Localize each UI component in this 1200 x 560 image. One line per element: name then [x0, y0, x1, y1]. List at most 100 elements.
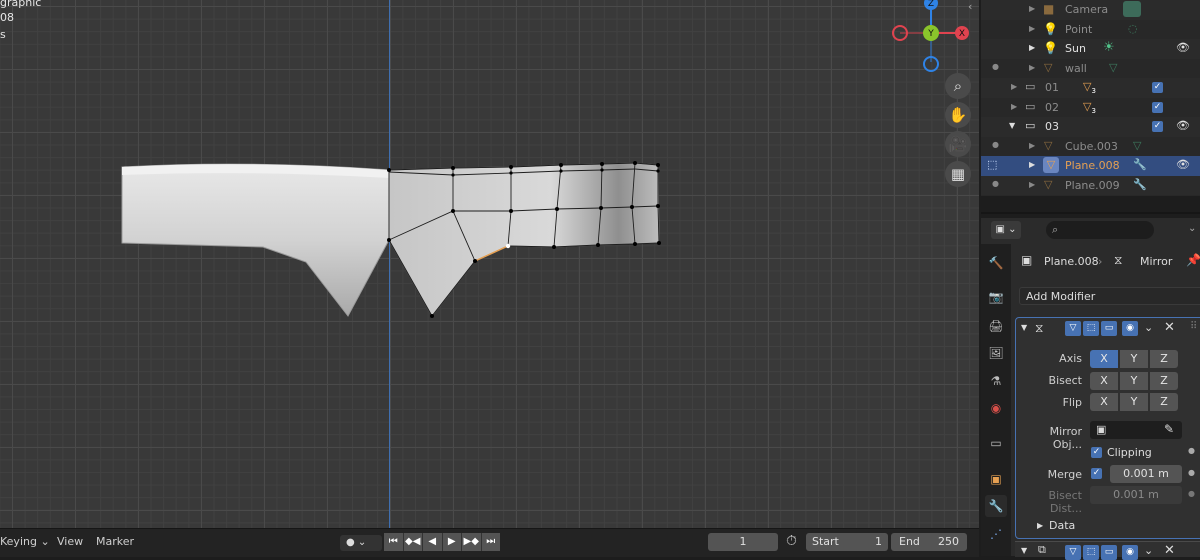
chevron-left-icon[interactable]: ‹ [968, 0, 972, 13]
view-menu[interactable]: View [57, 535, 83, 548]
edit-cage-icon[interactable]: ▽ [1065, 545, 1081, 560]
axis-y-toggle[interactable]: Y [1120, 350, 1148, 368]
3d-viewport[interactable]: graphic 08 s Z X Y ⌕ ✋ 🎥 ▦ ‹ [0, 0, 979, 528]
outliner-row-03[interactable]: ▼ ▭ 03 ✓ 👁 [981, 117, 1200, 137]
modifier-tab-icon[interactable]: 🔧 [985, 495, 1007, 517]
include-checkbox[interactable]: ✓ [1152, 101, 1163, 113]
outliner-row-02[interactable]: ▶ ▭ 02 ▽3 ✓ [981, 98, 1200, 118]
expand-arrow-icon[interactable]: ▶ [1029, 160, 1035, 169]
particles-tab-icon[interactable]: ⋰ [985, 523, 1007, 545]
merge-checkbox[interactable]: ✓ [1091, 468, 1102, 479]
play-reverse-icon[interactable]: ◀ [423, 533, 443, 551]
outliner-row-camera[interactable]: ▶ ■ Camera [981, 0, 1200, 20]
collapse-arrow-icon[interactable]: ▼ [1021, 546, 1027, 555]
mesh-object[interactable] [0, 0, 979, 528]
render-icon[interactable]: ◉ [1122, 545, 1138, 560]
expand-arrow-icon[interactable]: ▶ [1029, 180, 1035, 189]
world-tab-icon[interactable]: ◉ [985, 397, 1007, 419]
chevron-down-icon[interactable]: ⌄ [1188, 223, 1196, 234]
end-frame-field[interactable]: End 250 [891, 533, 967, 551]
play-icon[interactable]: ▶ [442, 533, 462, 551]
bisect-y-toggle[interactable]: Y [1120, 372, 1148, 390]
collapse-arrow-icon[interactable]: ▼ [1021, 323, 1027, 332]
eyedropper-icon[interactable]: ✎ [1164, 422, 1174, 436]
edit-mode-icon[interactable]: ⬚ [1083, 321, 1099, 336]
eye-icon[interactable]: 👁 [1176, 119, 1190, 132]
edit-mode-icon[interactable]: ⬚ [1083, 545, 1099, 560]
camera-icon[interactable]: 🎥 [945, 131, 971, 157]
include-checkbox[interactable]: ✓ [1152, 82, 1163, 93]
grid-icon[interactable]: ▦ [945, 161, 971, 187]
axis-z-toggle[interactable]: Z [1150, 350, 1178, 368]
edit-mode-icon[interactable]: ⬚ [987, 158, 997, 171]
eye-icon[interactable]: 👁 [1176, 41, 1190, 54]
edit-cage-icon[interactable]: ▽ [1065, 321, 1081, 336]
hand-pan-icon[interactable]: ✋ [945, 102, 971, 128]
expand-arrow-icon[interactable]: ▶ [1029, 43, 1035, 52]
stopwatch-icon[interactable]: ⏱ [786, 533, 797, 549]
mesh-object-icon: ▽3 [1083, 80, 1096, 96]
current-frame-field[interactable]: 1 [708, 533, 778, 551]
data-subpanel-header[interactable]: Data [1049, 519, 1075, 532]
keyframe-record-button[interactable]: ● ⌄ [340, 535, 382, 551]
properties-search-input[interactable]: ⌕ [1046, 221, 1154, 239]
outliner[interactable]: ▶ ■ Camera ▶ 💡 Point ◌ ▶ 💡 Sun ☀ 👁 ● ▶ ▽… [981, 0, 1200, 196]
render-tab-icon[interactable]: 📷 [985, 286, 1007, 308]
bisect-distance-field[interactable]: 0.001 m [1090, 486, 1182, 504]
jump-keyframe-back-icon[interactable]: ◆◀ [403, 533, 423, 551]
expand-arrow-icon[interactable]: ▶ [1029, 4, 1035, 13]
keyframe-dot-icon[interactable]: ● [1188, 468, 1195, 477]
viewport-display-icon[interactable]: ▭ [1101, 321, 1117, 336]
clipping-checkbox[interactable]: ✓ [1091, 447, 1102, 458]
keying-menu[interactable]: Keying ⌄ [0, 535, 50, 548]
drag-handle-icon[interactable]: ⠿ [1190, 321, 1197, 332]
chevron-down-icon[interactable]: ⌄ [1144, 544, 1153, 557]
collapse-arrow-icon[interactable]: ▼ [1009, 121, 1015, 130]
outliner-row-sun[interactable]: ▶ 💡 Sun ☀ 👁 [981, 39, 1200, 59]
outliner-row-plane008[interactable]: ⬚ ▶ ▽ Plane.008 🔧 👁 [981, 156, 1200, 176]
viewport-display-icon[interactable]: ▭ [1101, 545, 1117, 560]
chevron-down-icon[interactable]: ⌄ [1144, 321, 1153, 334]
bisect-z-toggle[interactable]: Z [1150, 372, 1178, 390]
collection-tab-icon[interactable]: ▭ [985, 432, 1007, 454]
axis-x-toggle[interactable]: X [1090, 350, 1118, 368]
expand-arrow-icon[interactable]: ▶ [1011, 82, 1017, 91]
expand-arrow-icon[interactable]: ▶ [1037, 521, 1043, 530]
outliner-row-01[interactable]: ▶ ▭ 01 ▽3 ✓ [981, 78, 1200, 98]
flip-y-toggle[interactable]: Y [1120, 393, 1148, 411]
jump-keyframe-forward-icon[interactable]: ▶◆ [462, 533, 482, 551]
include-checkbox[interactable]: ✓ [1152, 121, 1163, 132]
close-icon[interactable]: ✕ [1164, 320, 1175, 335]
marker-menu[interactable]: Marker [96, 535, 134, 548]
jump-end-icon[interactable]: ⏭ [481, 533, 500, 551]
outliner-row-point[interactable]: ▶ 💡 Point ◌ [981, 20, 1200, 40]
outliner-row-plane009[interactable]: ● ▶ ▽ Plane.009 🔧 [981, 175, 1200, 195]
pin-icon[interactable]: 📌 [1186, 253, 1200, 267]
eye-icon[interactable]: 👁 [1176, 158, 1190, 171]
object-tab-icon[interactable]: ▣ [985, 468, 1007, 490]
view-layer-tab-icon[interactable]: 🖼 [985, 342, 1007, 364]
flip-x-toggle[interactable]: X [1090, 393, 1118, 411]
expand-arrow-icon[interactable]: ▶ [1029, 141, 1035, 150]
zoom-icon[interactable]: ⌕ [945, 73, 971, 99]
scene-tab-icon[interactable]: ⚗ [985, 370, 1007, 392]
start-frame-field[interactable]: Start 1 [806, 533, 888, 551]
modifier-icon: ⧉ [1038, 543, 1046, 556]
render-icon[interactable]: ◉ [1122, 321, 1138, 336]
bisect-x-toggle[interactable]: X [1090, 372, 1118, 390]
expand-arrow-icon[interactable]: ▶ [1029, 24, 1035, 33]
jump-start-icon[interactable]: ⏮ [384, 533, 404, 551]
expand-arrow-icon[interactable]: ▶ [1011, 102, 1017, 111]
add-modifier-dropdown[interactable]: Add Modifier [1019, 287, 1200, 305]
flip-z-toggle[interactable]: Z [1150, 393, 1178, 411]
outliner-row-wall[interactable]: ● ▶ ▽ wall ▽ [981, 59, 1200, 79]
merge-distance-field[interactable]: 0.001 m [1110, 465, 1182, 483]
navigation-gizmo[interactable]: Z X Y [885, 0, 970, 75]
outliner-row-cube003[interactable]: ● ▶ ▽ Cube.003 ▽ [981, 137, 1200, 157]
tool-tab-icon[interactable]: 🔨 [985, 252, 1007, 274]
keyframe-dot-icon[interactable]: ● [1188, 489, 1195, 498]
editor-type-menu[interactable]: ▣ ⌄ [991, 221, 1021, 239]
expand-arrow-icon[interactable]: ▶ [1029, 63, 1035, 72]
keyframe-dot-icon[interactable]: ● [1188, 446, 1195, 455]
output-tab-icon[interactable]: 🖨 [985, 315, 1007, 337]
